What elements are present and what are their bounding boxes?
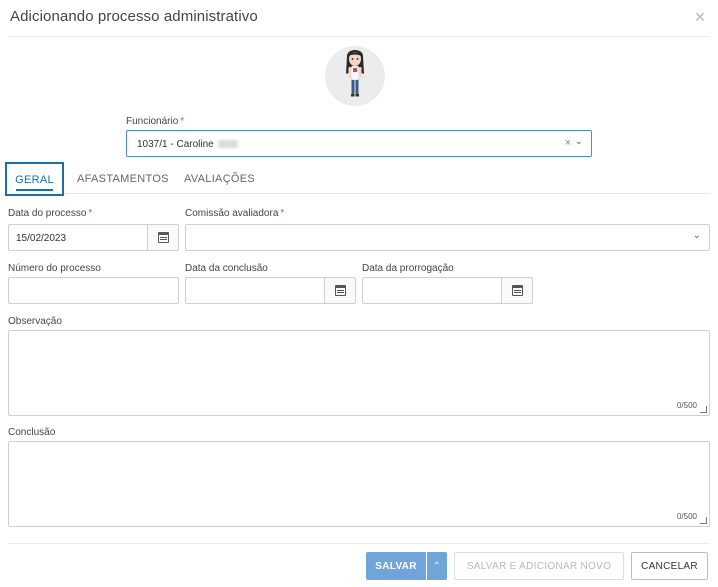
tab-avaliacoes[interactable]: AVALIAÇÕES [184,173,255,185]
employee-label: Funcionário * [126,116,185,127]
resize-handle-icon[interactable] [700,517,707,524]
close-icon[interactable]: × [692,8,708,26]
chevron-down-icon: ⌄ [692,230,701,241]
tab-afastamentos[interactable]: AFASTAMENTOS [77,173,169,185]
clear-icon[interactable]: × [565,137,571,149]
observacao-textarea[interactable]: 0/500 [8,330,710,416]
data-prorrogacao-calendar-button[interactable] [501,277,533,304]
conclusao-label: Conclusão [8,427,56,438]
resize-handle-icon[interactable] [700,406,707,413]
comissao-select[interactable]: ⌄ [185,224,710,251]
tab-geral-label: GERAL [15,174,54,186]
footer-divider [8,543,710,544]
data-prorrogacao-input[interactable] [362,277,502,304]
data-prorrogacao-label: Data da prorrogação [362,263,454,274]
data-processo-input[interactable]: 15/02/2023 [8,224,148,251]
employee-select[interactable]: 1037/1 - Caroline × ⌄ [126,130,592,157]
data-processo-calendar-button[interactable] [147,224,179,251]
numero-processo-input[interactable] [8,277,179,304]
avatar [325,46,385,106]
save-options-button[interactable]: ⌃ [427,552,447,580]
data-conclusao-label: Data da conclusão [185,263,268,274]
save-button[interactable]: SALVAR [366,552,426,580]
save-and-add-new-button[interactable]: SALVAR E ADICIONAR NOVO [454,552,624,580]
employee-value: 1037/1 - Caroline [137,139,238,150]
chevron-down-icon[interactable]: ⌄ [575,136,583,147]
conclusao-textarea[interactable]: 0/500 [8,441,710,527]
data-conclusao-input[interactable] [185,277,325,304]
chevron-up-icon: ⌃ [432,560,442,572]
tab-geral[interactable]: GERAL [5,162,64,196]
required-marker: * [88,208,93,219]
active-tab-indicator [16,189,53,191]
calendar-icon [512,285,523,296]
tabs-divider [8,193,710,194]
dialog-title: Adicionando processo administrativo [10,8,258,25]
required-marker: * [280,208,285,219]
calendar-icon [158,232,169,243]
comissao-label: Comissão avaliadora * [185,208,285,219]
required-marker: * [180,116,185,127]
observacao-counter: 0/500 [676,401,697,410]
calendar-icon [335,285,346,296]
observacao-label: Observação [8,316,62,327]
numero-processo-label: Número do processo [8,263,101,274]
data-processo-label: Data do processo * [8,208,93,219]
cancel-button[interactable]: CANCELAR [631,552,708,580]
data-conclusao-calendar-button[interactable] [324,277,356,304]
redacted-name [217,140,238,149]
header-divider [8,36,710,37]
conclusao-counter: 0/500 [676,512,697,521]
